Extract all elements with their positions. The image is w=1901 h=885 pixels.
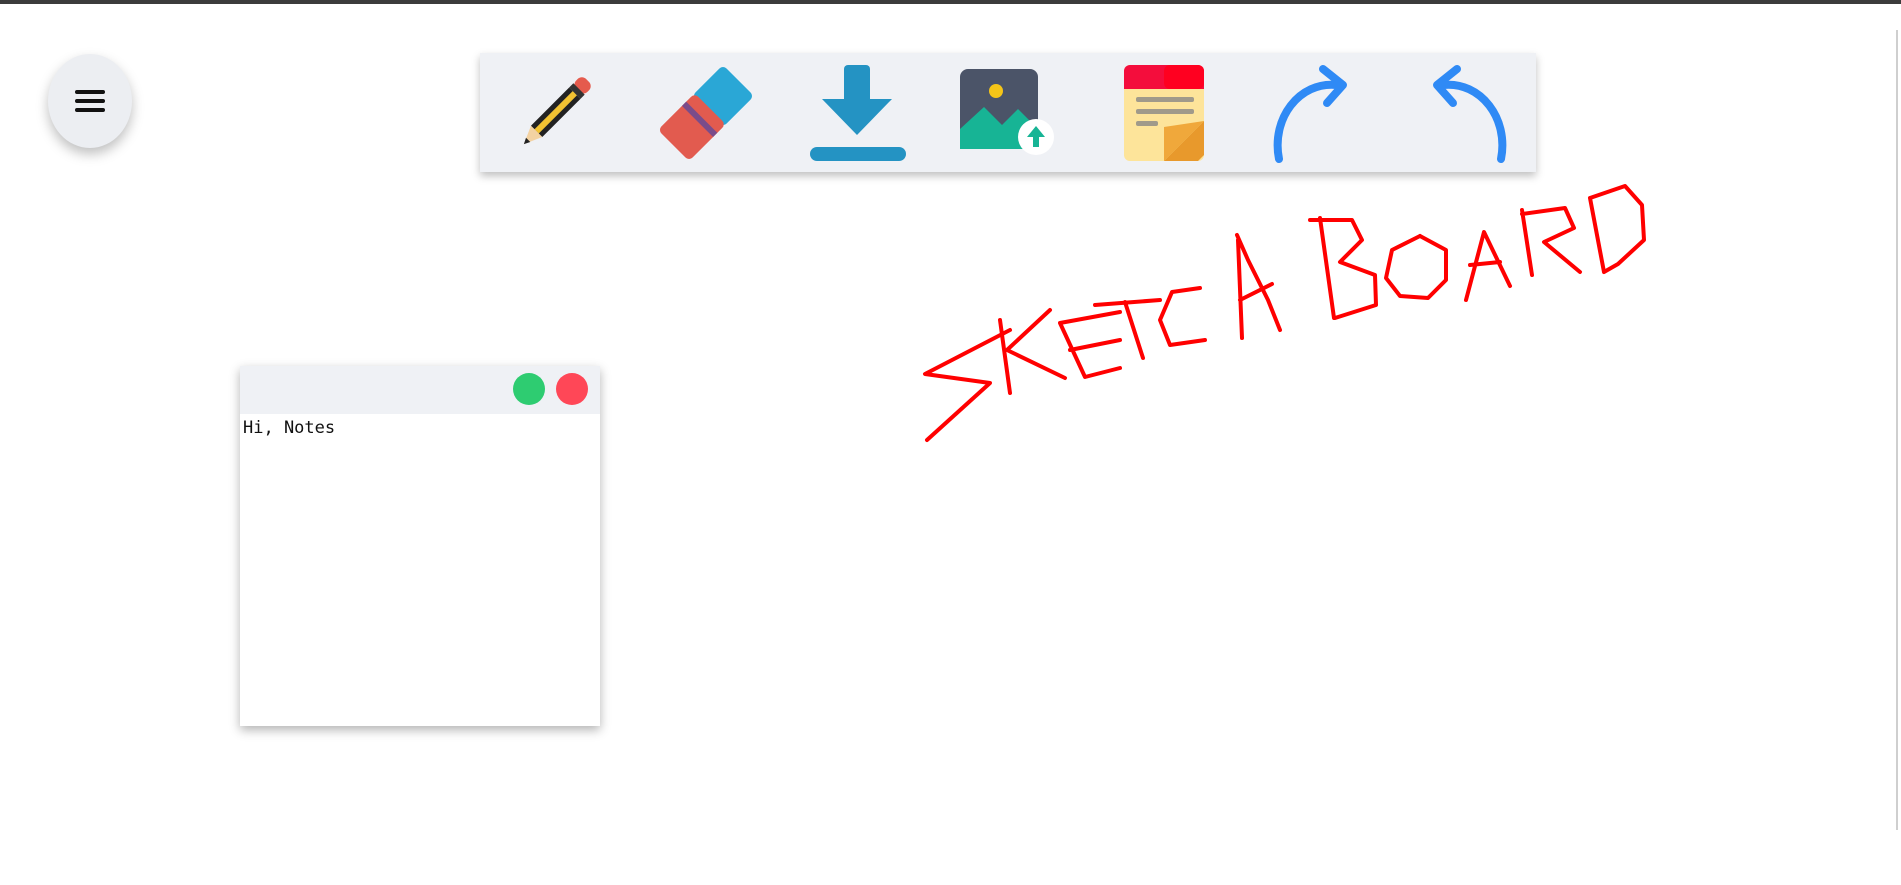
stroke-k-stem — [998, 318, 1012, 395]
stroke-a — [1464, 230, 1512, 302]
freehand-strokes — [923, 184, 1646, 442]
stroke-d — [1588, 184, 1646, 274]
eraser-tool-button[interactable] — [656, 63, 756, 163]
menu-button[interactable] — [48, 54, 132, 148]
stroke-t — [1093, 298, 1162, 360]
sticky-note-tool-button[interactable] — [1115, 63, 1215, 163]
note-save-button[interactable] — [513, 373, 545, 405]
download-tool-button[interactable] — [806, 63, 906, 163]
undo-tool-button[interactable] — [1415, 63, 1515, 163]
sketch-board-page: Hi, Notes — [0, 0, 1901, 885]
note-text-area[interactable]: Hi, Notes — [243, 418, 595, 718]
download-icon — [810, 65, 906, 161]
stroke-k-arms — [1005, 308, 1067, 380]
stroke-c — [1158, 286, 1207, 347]
scrollbar[interactable] — [1896, 30, 1898, 830]
pencil-tool-button[interactable] — [505, 63, 605, 163]
image-upload-icon — [960, 69, 1054, 155]
stroke-b — [1308, 216, 1378, 320]
eraser-icon — [659, 66, 753, 160]
sticky-note-icon — [1124, 65, 1204, 161]
redo-tool-button[interactable] — [1265, 63, 1365, 163]
upload-image-tool-button[interactable] — [956, 63, 1056, 163]
note-close-button[interactable] — [556, 373, 588, 405]
pencil-icon — [523, 77, 591, 145]
stroke-e — [1058, 310, 1122, 379]
sticky-note-window[interactable]: Hi, Notes — [240, 366, 600, 726]
window-top-border — [0, 0, 1901, 4]
stroke-o — [1384, 234, 1448, 300]
undo-icon — [1433, 65, 1507, 163]
stroke-h — [1235, 233, 1282, 340]
stroke-s — [923, 328, 1012, 442]
stroke-r — [1520, 206, 1582, 277]
hamburger-icon — [75, 90, 105, 112]
redo-icon — [1273, 65, 1347, 163]
note-header[interactable] — [240, 366, 600, 414]
toolbar — [480, 53, 1536, 172]
